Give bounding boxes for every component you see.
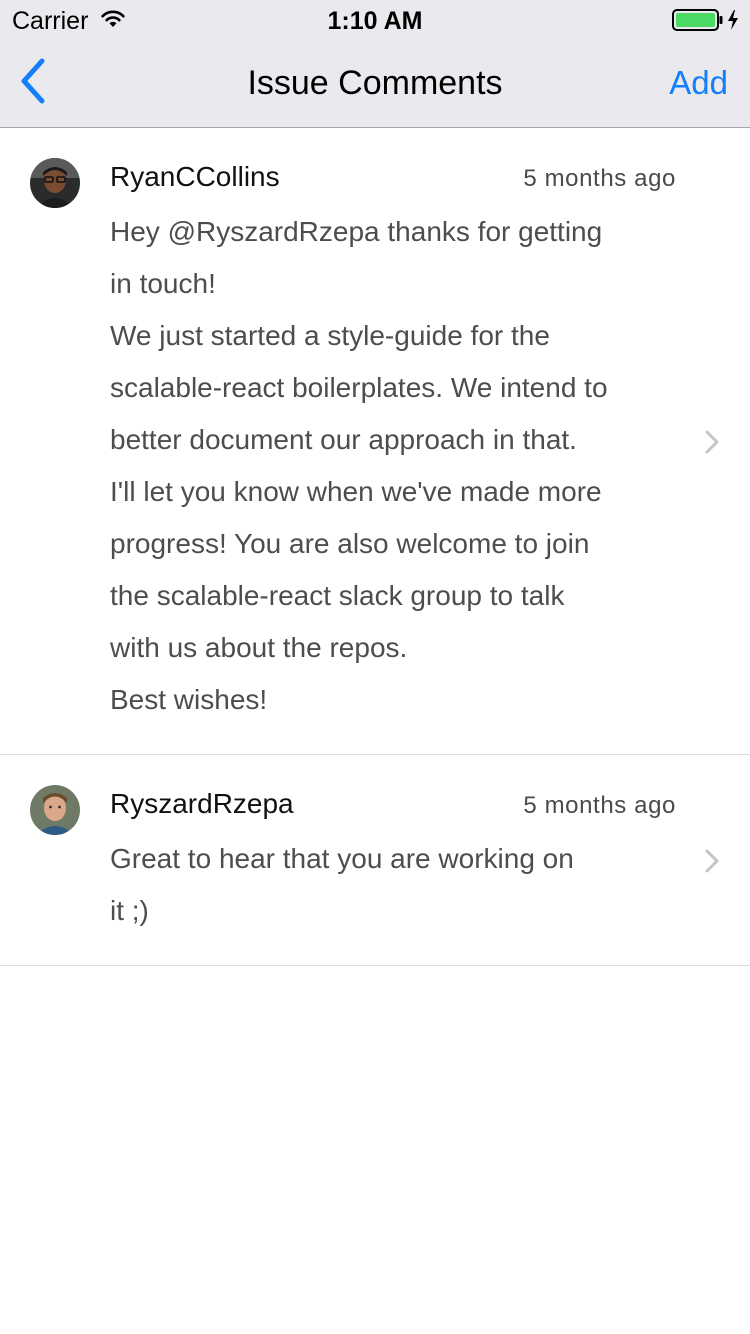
status-time: 1:10 AM	[327, 7, 423, 35]
comment-body: Great to hear that you are working on it…	[110, 843, 574, 926]
comment-timestamp: 5 months ago	[523, 165, 676, 192]
comment-row[interactable]: RyanCCollins 5 months ago Hey @RyszardRz…	[0, 128, 750, 755]
avatar	[30, 785, 80, 835]
status-bar: Carrier 1:10 AM	[0, 0, 750, 40]
navigation-bar: Issue Comments Add	[0, 40, 750, 128]
comment-timestamp: 5 months ago	[523, 792, 676, 819]
comment-row[interactable]: RyszardRzepa 5 months ago Great to hear …	[0, 755, 750, 966]
battery-charging-icon	[672, 9, 738, 31]
chevron-right-icon	[705, 430, 719, 454]
comment-author: RyanCCollins	[110, 161, 280, 192]
comment-list: RyanCCollins 5 months ago Hey @RyszardRz…	[0, 128, 750, 966]
page-title: Issue Comments	[247, 64, 503, 102]
chevron-right-icon	[705, 849, 719, 873]
comment-body: Hey @RyszardRzepa thanks for getting in …	[110, 216, 608, 715]
avatar	[30, 158, 80, 208]
comment-author: RyszardRzepa	[110, 788, 294, 819]
add-comment-button[interactable]: Add	[669, 62, 728, 104]
